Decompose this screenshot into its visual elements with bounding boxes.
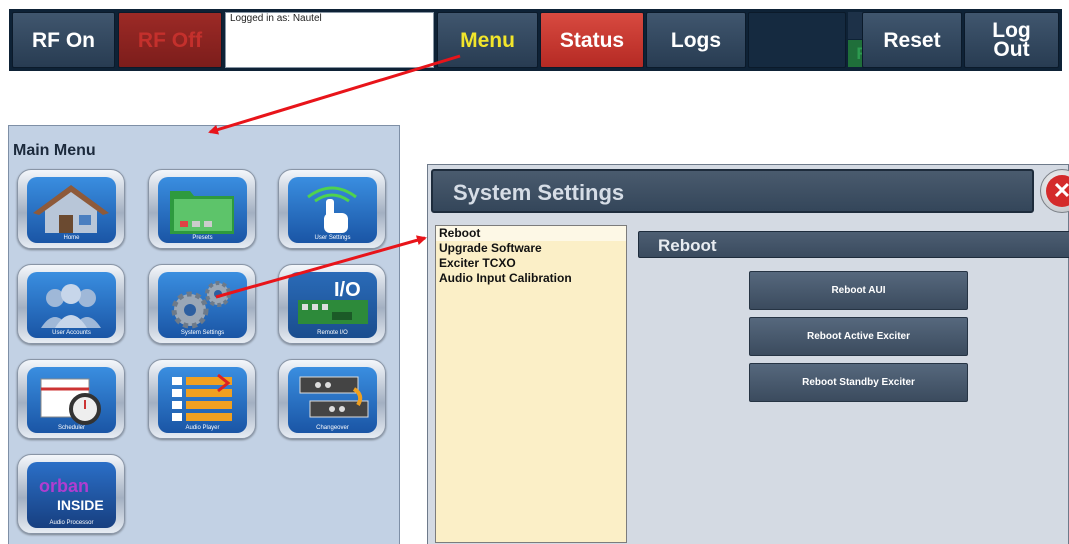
reset-button[interactable]: Reset bbox=[862, 12, 962, 68]
reboot-active-exciter-button[interactable]: Reboot Active Exciter bbox=[749, 317, 968, 356]
menu-item-remote-io[interactable]: I/O Remote I/O bbox=[278, 264, 386, 344]
menu-item-audio-player[interactable]: Audio Player bbox=[148, 359, 256, 439]
audio-processor-icon: orban INSIDE Audio Processor bbox=[27, 462, 116, 528]
login-text: Logged in as: Nautel bbox=[230, 13, 322, 24]
scheduler-calendar-icon: Scheduler bbox=[27, 367, 116, 433]
menu-item-user-settings[interactable]: User Settings bbox=[278, 169, 386, 249]
system-settings-window: System Settings ✕ Reboot Upgrade Softwar… bbox=[427, 164, 1069, 544]
menu-button[interactable]: Menu bbox=[437, 12, 538, 68]
logout-line2: Out bbox=[993, 38, 1030, 61]
list-item-exciter-tcxo[interactable]: Exciter TCXO bbox=[436, 256, 626, 271]
reboot-standby-exciter-button[interactable]: Reboot Standby Exciter bbox=[749, 363, 968, 402]
logout-button[interactable]: Log Out bbox=[964, 12, 1059, 68]
list-item-upgrade-software[interactable]: Upgrade Software bbox=[436, 241, 626, 256]
menu-item-label: User Settings bbox=[314, 235, 351, 241]
main-menu-panel: Main Menu Home Presets User Settings Use… bbox=[8, 125, 400, 544]
remote-io-icon: I/O Remote I/O bbox=[288, 272, 377, 338]
section-header: Reboot bbox=[638, 231, 1069, 258]
section-title: Reboot bbox=[658, 236, 717, 255]
presets-folder-icon: Presets bbox=[158, 177, 247, 243]
main-menu-title: Main Menu bbox=[13, 142, 96, 159]
list-item-audio-input-calibration[interactable]: Audio Input Calibration bbox=[436, 271, 626, 286]
reboot-aui-button[interactable]: Reboot AUI bbox=[749, 271, 968, 310]
menu-item-label: User Accounts bbox=[52, 330, 91, 336]
home-icon: Home bbox=[27, 177, 116, 243]
toolbar-spacer bbox=[748, 12, 846, 68]
changeover-icon: Changeover bbox=[288, 367, 377, 433]
menu-item-label: Home bbox=[63, 235, 80, 241]
logs-button[interactable]: Logs bbox=[646, 12, 746, 68]
menu-item-home[interactable]: Home bbox=[17, 169, 125, 249]
user-accounts-icon: User Accounts bbox=[27, 272, 116, 338]
menu-item-system-settings[interactable]: System Settings bbox=[148, 264, 256, 344]
settings-list: Reboot Upgrade Software Exciter TCXO Aud… bbox=[435, 225, 627, 543]
menu-item-label: Audio Player bbox=[185, 425, 220, 431]
menu-item-label: Scheduler bbox=[57, 425, 86, 431]
menu-item-audio-processor[interactable]: orban INSIDE Audio Processor bbox=[17, 454, 125, 534]
menu-item-presets[interactable]: Presets bbox=[148, 169, 256, 249]
system-settings-gears-icon: System Settings bbox=[158, 272, 247, 338]
menu-item-scheduler[interactable]: Scheduler bbox=[17, 359, 125, 439]
svg-text:orban: orban bbox=[39, 476, 89, 496]
menu-item-changeover[interactable]: Changeover bbox=[278, 359, 386, 439]
system-settings-title-bar: System Settings bbox=[431, 169, 1034, 213]
list-item-reboot[interactable]: Reboot bbox=[436, 226, 626, 241]
login-status: Logged in as: Nautel bbox=[225, 12, 434, 68]
menu-item-label: Changeover bbox=[316, 425, 349, 431]
inside-logo-text: INSIDE bbox=[57, 497, 104, 513]
status-button[interactable]: Status bbox=[540, 12, 644, 68]
rf-on-button[interactable]: RF On bbox=[12, 12, 115, 68]
system-settings-title: System Settings bbox=[453, 180, 625, 205]
close-icon: ✕ bbox=[1046, 175, 1069, 207]
menu-item-label: Audio Processor bbox=[49, 520, 94, 526]
audio-player-icon: Audio Player bbox=[158, 367, 247, 433]
top-toolbar: RF On RF Off Logged in as: Nautel Menu S… bbox=[9, 9, 1062, 71]
menu-item-label: System Settings bbox=[180, 330, 225, 336]
menu-item-user-accounts[interactable]: User Accounts bbox=[17, 264, 125, 344]
close-button[interactable]: ✕ bbox=[1040, 169, 1069, 213]
user-settings-icon: User Settings bbox=[288, 177, 377, 243]
menu-item-label: Remote I/O bbox=[317, 330, 348, 336]
svg-text:I/O: I/O bbox=[334, 279, 361, 301]
menu-item-label: Presets bbox=[192, 235, 213, 241]
rf-off-button[interactable]: RF Off bbox=[118, 12, 222, 68]
